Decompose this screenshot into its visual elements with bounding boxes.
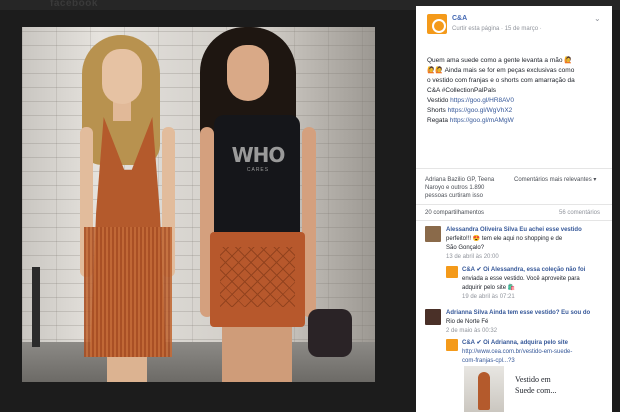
likes-line: Adriana Bazilio GP, Teena <box>425 177 495 183</box>
comment-body: Alessandra Oliveira Silva Eu achei esse … <box>446 226 582 262</box>
caption-line: o vestido com franjas e o shorts com ama… <box>427 77 575 84</box>
post-photo[interactable]: WHO CARES <box>22 27 375 382</box>
facebook-logo[interactable]: facebook <box>50 0 98 9</box>
shares-count[interactable]: 20 compartilhamentos <box>425 210 484 216</box>
shorts-link-line: Shorts https://goo.gl/WgVhX2 <box>427 106 609 116</box>
link-label: Regata <box>427 117 448 124</box>
vestido-link[interactable]: https://goo.gl/HR8AV0 <box>450 97 514 104</box>
avatar[interactable] <box>425 309 441 325</box>
comment-link[interactable]: com-franjas-cpl...?3 <box>462 357 572 366</box>
link-preview-image[interactable] <box>464 366 504 412</box>
vestido-link-line: Vestido https://goo.gl/HR8AV0 <box>427 96 609 106</box>
model-1-neck <box>113 101 131 121</box>
divider <box>416 204 612 205</box>
comment-text: São Gonçalo? <box>446 245 485 251</box>
comment-timestamp[interactable]: 2 de maio às 00:32 <box>446 327 590 336</box>
comment-text[interactable]: Alessandra Oliveira Silva Eu achei esse … <box>446 226 582 235</box>
post-caption: Quem ama suede como a gente levanta a mã… <box>427 56 609 126</box>
divider <box>416 168 612 169</box>
model-1-face <box>102 49 142 104</box>
comment-text: perfeito!!! 😍 tem ele aqui no shopping e… <box>446 236 563 242</box>
dress-fringe <box>84 227 172 357</box>
caption-line: Quem ama suede como a gente levanta a mã… <box>427 57 573 64</box>
comment-text[interactable]: C&A ✔ Oi Adrianna, adquira pelo site <box>462 339 572 348</box>
comment-timestamp[interactable]: 13 de abril às 20:00 <box>446 253 582 262</box>
preview-model <box>478 372 490 410</box>
caption-line: C&A #CollectionPalPals <box>427 87 497 94</box>
model-2-legs <box>222 325 292 382</box>
likes-summary[interactable]: Adriana Bazilio GP, Teena Naroyo e outro… <box>425 176 515 200</box>
post-meta[interactable]: Curtir esta página · 15 de março · <box>452 26 542 32</box>
post-side-panel: C&A Curtir esta página · 15 de março · ⌄… <box>416 6 612 412</box>
comment-timestamp[interactable]: 19 de abril às 07:21 <box>462 293 585 302</box>
shorts-lacing <box>220 247 295 307</box>
preview-caption-line: Vestido em <box>515 375 551 384</box>
caption-line: 🙋🙋 Ainda mais se for em peças exclusivas… <box>427 67 575 74</box>
wall-pipe <box>32 267 40 347</box>
avatar[interactable] <box>425 226 441 242</box>
post-header: C&A Curtir esta página · 15 de março · ⌄ <box>416 6 612 36</box>
comment-text[interactable]: Adrianna Silva Ainda tem esse vestido? E… <box>446 309 590 318</box>
comment-link[interactable]: http://www.cea.com.br/vestido-em-suede- <box>462 348 572 357</box>
comment-sort-dropdown[interactable]: Comentários mais relevantes ▾ <box>514 176 596 183</box>
black-tank-top <box>214 115 300 235</box>
likes-line: Naroyo e outros 1.890 <box>425 185 485 191</box>
tee-print-text: WHO <box>231 143 286 167</box>
page-name-link[interactable]: C&A <box>452 15 467 22</box>
model-2-face <box>227 45 269 101</box>
comment-body: Adrianna Silva Ainda tem esse vestido? E… <box>446 309 590 336</box>
link-label: Vestido <box>427 97 449 104</box>
regata-link[interactable]: https://goo.gl/mAMgW <box>450 117 514 124</box>
comment-body: C&A ✔ Oi Alessandra, essa coleção não fo… <box>462 266 585 302</box>
link-label: Shorts <box>427 107 446 114</box>
comment-body: C&A ✔ Oi Adrianna, adquira pelo site htt… <box>462 339 572 366</box>
comment-text[interactable]: C&A ✔ Oi Alessandra, essa coleção não fo… <box>462 266 585 275</box>
ca-avatar[interactable] <box>446 339 458 351</box>
regata-link-line: Regata https://goo.gl/mAMgW <box>427 116 609 126</box>
divider <box>416 220 612 221</box>
chevron-down-icon[interactable]: ⌄ <box>594 14 601 23</box>
comments-count[interactable]: 56 comentários <box>559 210 600 216</box>
tee-print-subtext: CARES <box>246 167 270 173</box>
comment-text: enviada a esse vestido. Você aproveite p… <box>462 276 580 282</box>
comment-text: Rio de Norte Fé <box>446 319 489 325</box>
likes-line: pessoas curtiram isso <box>425 193 484 199</box>
comment-text: adquirir pelo site 🛍️ <box>462 285 516 291</box>
shorts-link[interactable]: https://goo.gl/WgVhX2 <box>448 107 513 114</box>
preview-caption-line: Suede com... <box>515 386 557 395</box>
link-preview-title[interactable]: Vestido em Suede com... <box>515 374 556 396</box>
ca-page-avatar[interactable] <box>427 14 447 34</box>
black-handbag <box>308 309 352 357</box>
ca-avatar[interactable] <box>446 266 458 278</box>
